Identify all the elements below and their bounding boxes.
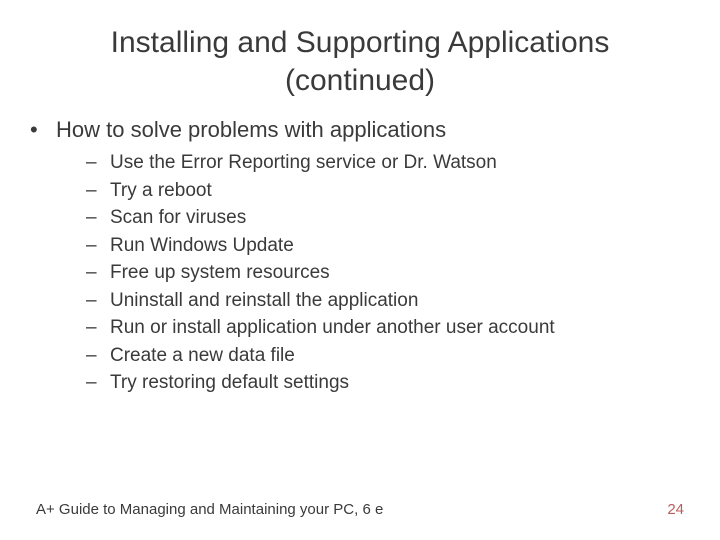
list-item: – Free up system resources: [86, 259, 690, 287]
list-item: – Scan for viruses: [86, 204, 690, 232]
dash-icon: –: [86, 177, 110, 205]
list-item-text: Run or install application under another…: [110, 314, 555, 342]
slide: Installing and Supporting Applications (…: [0, 0, 720, 540]
bullet-dot-icon: •: [30, 117, 56, 143]
list-item: – Try a reboot: [86, 177, 690, 205]
list-item: – Run Windows Update: [86, 232, 690, 260]
list-item-text: Free up system resources: [110, 259, 330, 287]
list-item: – Try restoring default settings: [86, 369, 690, 397]
title-line-2: (continued): [285, 64, 435, 97]
list-item: – Uninstall and reinstall the applicatio…: [86, 287, 690, 315]
dash-icon: –: [86, 342, 110, 370]
bullet-heading: How to solve problems with applications: [56, 117, 446, 143]
dash-icon: –: [86, 259, 110, 287]
slide-body: • How to solve problems with application…: [0, 99, 720, 397]
title-line-1: Installing and Supporting Applications: [111, 26, 610, 59]
list-item-text: Try a reboot: [110, 177, 212, 205]
list-item-text: Scan for viruses: [110, 204, 246, 232]
footer-text: A+ Guide to Managing and Maintaining you…: [36, 501, 383, 518]
list-item-text: Uninstall and reinstall the application: [110, 287, 418, 315]
list-item-text: Use the Error Reporting service or Dr. W…: [110, 149, 497, 177]
list-item-text: Create a new data file: [110, 342, 295, 370]
dash-icon: –: [86, 314, 110, 342]
list-item: – Run or install application under anoth…: [86, 314, 690, 342]
bullet-level1: • How to solve problems with application…: [30, 117, 690, 143]
dash-icon: –: [86, 149, 110, 177]
dash-icon: –: [86, 287, 110, 315]
list-item: – Create a new data file: [86, 342, 690, 370]
list-item: – Use the Error Reporting service or Dr.…: [86, 149, 690, 177]
page-number: 24: [667, 501, 684, 518]
list-item-text: Run Windows Update: [110, 232, 294, 260]
slide-title: Installing and Supporting Applications (…: [0, 0, 720, 99]
dash-icon: –: [86, 204, 110, 232]
dash-icon: –: [86, 232, 110, 260]
sub-list: – Use the Error Reporting service or Dr.…: [30, 149, 690, 397]
slide-footer: A+ Guide to Managing and Maintaining you…: [0, 501, 720, 518]
list-item-text: Try restoring default settings: [110, 369, 349, 397]
dash-icon: –: [86, 369, 110, 397]
